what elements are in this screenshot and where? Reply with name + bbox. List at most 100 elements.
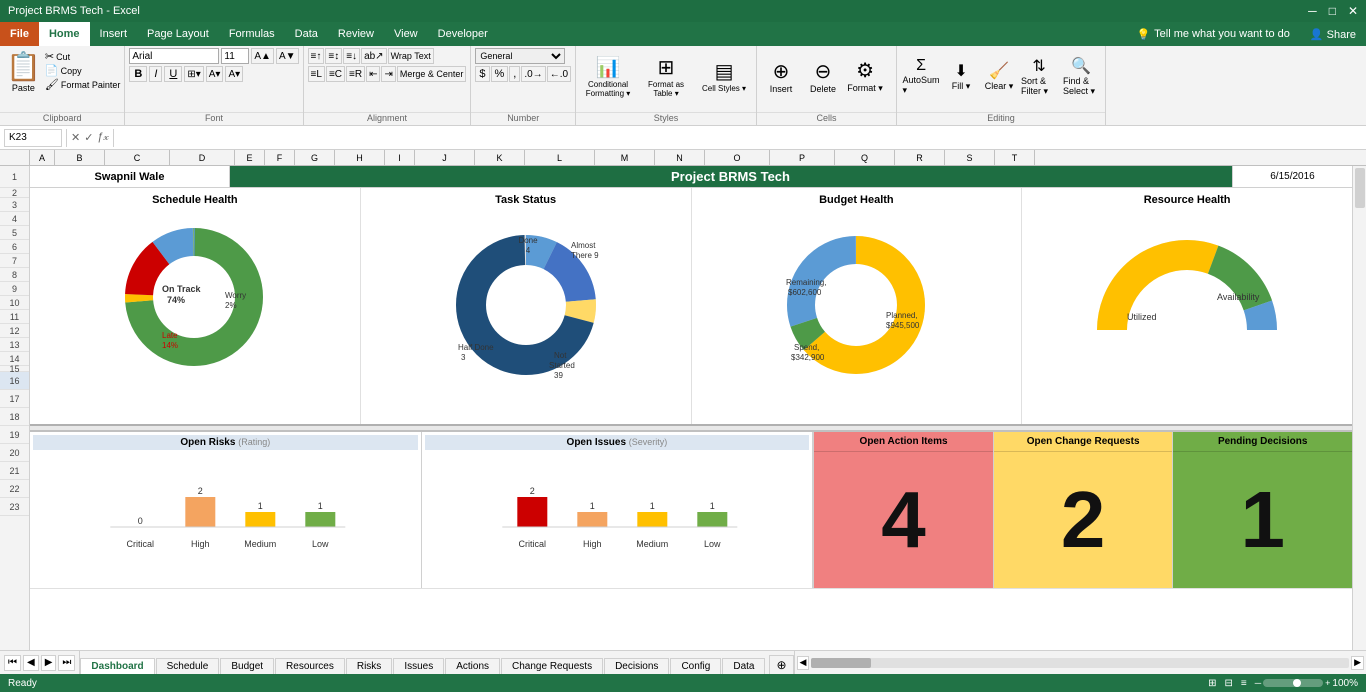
tab-dashboard[interactable]: Dashboard (80, 658, 154, 674)
tab-resources[interactable]: Resources (275, 658, 345, 674)
font-color-button[interactable]: A▾ (225, 66, 243, 82)
col-header-M[interactable]: M (595, 150, 655, 165)
percent-btn[interactable]: % (491, 66, 509, 82)
enter-formula-icon[interactable]: ✓ (84, 131, 93, 144)
font-size-decrease-btn[interactable]: A▼ (276, 48, 299, 64)
currency-btn[interactable]: $ (475, 66, 489, 82)
font-size-input[interactable] (221, 48, 249, 64)
file-tab[interactable]: File (0, 22, 39, 46)
last-tab-btn[interactable]: ⏭ (58, 655, 75, 671)
close-btn[interactable]: ✕ (1348, 4, 1358, 18)
format-btn[interactable]: ⚙ Format ▾ (845, 56, 885, 96)
col-header-G[interactable]: G (295, 150, 335, 165)
tell-me-bar[interactable]: 💡Tell me what you want to do (1126, 22, 1299, 46)
col-header-F[interactable]: F (265, 150, 295, 165)
fill-btn[interactable]: ⬇ Fill ▾ (943, 59, 979, 94)
col-header-T[interactable]: T (995, 150, 1035, 165)
vertical-scrollbar[interactable] (1352, 166, 1366, 650)
home-tab[interactable]: Home (39, 22, 90, 46)
sort-filter-btn[interactable]: ⇅ Sort & Filter ▾ (1019, 54, 1059, 99)
prev-tab-btn[interactable]: ◀ (23, 655, 39, 671)
conditional-formatting-btn[interactable]: 📊 Conditional Formatting ▾ (580, 53, 636, 100)
horizontal-scrollbar[interactable]: ◀ ▶ (794, 651, 1366, 674)
add-sheet-btn[interactable]: ⊕ (769, 655, 793, 674)
paste-button[interactable]: 📋 Paste (4, 48, 43, 95)
view-page-break-icon[interactable]: ≡ (1241, 678, 1247, 689)
formula-input[interactable] (118, 129, 1362, 147)
cut-button[interactable]: ✂Cut (45, 50, 121, 63)
angle-text-btn[interactable]: ab↗ (361, 48, 387, 64)
copy-button[interactable]: 📄Copy (45, 64, 121, 77)
increase-indent-btn[interactable]: ⇥ (381, 66, 395, 82)
insert-function-icon[interactable]: ƒ𝓍 (97, 131, 108, 144)
wrap-text-btn[interactable]: Wrap Text (388, 48, 434, 64)
format-painter-button[interactable]: 🖌Format Painter (45, 78, 121, 91)
col-header-N[interactable]: N (655, 150, 705, 165)
tab-schedule[interactable]: Schedule (156, 658, 220, 674)
developer-tab[interactable]: Developer (428, 22, 498, 46)
font-family-input[interactable] (129, 48, 219, 64)
view-layout-icon[interactable]: ⊟ (1225, 678, 1233, 689)
first-tab-btn[interactable]: ⏮ (4, 655, 21, 671)
col-header-I[interactable]: I (385, 150, 415, 165)
italic-button[interactable]: I (149, 66, 162, 82)
zoom-slider-thumb[interactable] (1293, 679, 1301, 687)
number-format-select[interactable]: General (475, 48, 565, 64)
col-header-O[interactable]: O (705, 150, 770, 165)
page-layout-tab[interactable]: Page Layout (137, 22, 219, 46)
col-header-Q[interactable]: Q (835, 150, 895, 165)
formulas-tab[interactable]: Formulas (219, 22, 285, 46)
cancel-formula-icon[interactable]: ✕ (71, 131, 80, 144)
zoom-in-btn[interactable]: + (1325, 678, 1330, 688)
maximize-btn[interactable]: □ (1329, 4, 1336, 18)
col-header-A[interactable]: A (30, 150, 55, 165)
delete-btn[interactable]: ⊖ Delete (803, 57, 843, 96)
insert-btn[interactable]: ⊕ Insert (761, 57, 801, 96)
minimize-btn[interactable]: ─ (1308, 4, 1317, 18)
decrease-indent-btn[interactable]: ⇤ (366, 66, 380, 82)
tab-config[interactable]: Config (670, 658, 721, 674)
col-header-E[interactable]: E (235, 150, 265, 165)
share-btn[interactable]: 👤 Share (1300, 22, 1366, 46)
format-as-table-btn[interactable]: ⊞ Format as Table ▾ (638, 53, 694, 100)
col-header-C[interactable]: C (105, 150, 170, 165)
col-header-R[interactable]: R (895, 150, 945, 165)
view-normal-icon[interactable]: ⊞ (1208, 678, 1216, 689)
borders-button[interactable]: ⊞▾ (184, 66, 203, 82)
h-scroll-left[interactable]: ◀ (797, 656, 810, 670)
bold-button[interactable]: B (129, 66, 147, 82)
decrease-decimal-btn[interactable]: .0→ (521, 66, 545, 82)
underline-button[interactable]: U (164, 66, 182, 82)
align-right-btn[interactable]: ≡R (346, 66, 365, 82)
h-scroll-right[interactable]: ▶ (1351, 656, 1364, 670)
zoom-out-btn[interactable]: ─ (1255, 678, 1261, 688)
col-header-S[interactable]: S (945, 150, 995, 165)
col-header-P[interactable]: P (770, 150, 835, 165)
align-middle-btn[interactable]: ≡↕ (325, 48, 342, 64)
merge-center-btn[interactable]: Merge & Center (397, 66, 467, 82)
h-scroll-thumb[interactable] (811, 658, 871, 668)
find-select-btn[interactable]: 🔍 Find & Select ▾ (1061, 54, 1101, 99)
font-size-increase-btn[interactable]: A▲ (251, 48, 274, 64)
col-header-L[interactable]: L (525, 150, 595, 165)
align-bottom-btn[interactable]: ≡↓ (343, 48, 360, 64)
zoom-slider[interactable] (1263, 679, 1323, 687)
increase-decimal-btn[interactable]: ←.0 (547, 66, 571, 82)
h-scroll-track[interactable] (811, 658, 1349, 668)
tab-decisions[interactable]: Decisions (604, 658, 669, 674)
tab-data[interactable]: Data (722, 658, 765, 674)
tab-change-requests[interactable]: Change Requests (501, 658, 603, 674)
tab-risks[interactable]: Risks (346, 658, 392, 674)
next-tab-btn[interactable]: ▶ (41, 655, 57, 671)
tab-actions[interactable]: Actions (445, 658, 500, 674)
data-tab[interactable]: Data (285, 22, 328, 46)
view-tab[interactable]: View (384, 22, 428, 46)
v-scroll-thumb[interactable] (1355, 168, 1365, 208)
col-header-H[interactable]: H (335, 150, 385, 165)
col-header-D[interactable]: D (170, 150, 235, 165)
col-header-B[interactable]: B (55, 150, 105, 165)
tab-budget[interactable]: Budget (220, 658, 274, 674)
insert-tab[interactable]: Insert (90, 22, 138, 46)
review-tab[interactable]: Review (328, 22, 384, 46)
cell-reference-input[interactable] (4, 129, 62, 147)
